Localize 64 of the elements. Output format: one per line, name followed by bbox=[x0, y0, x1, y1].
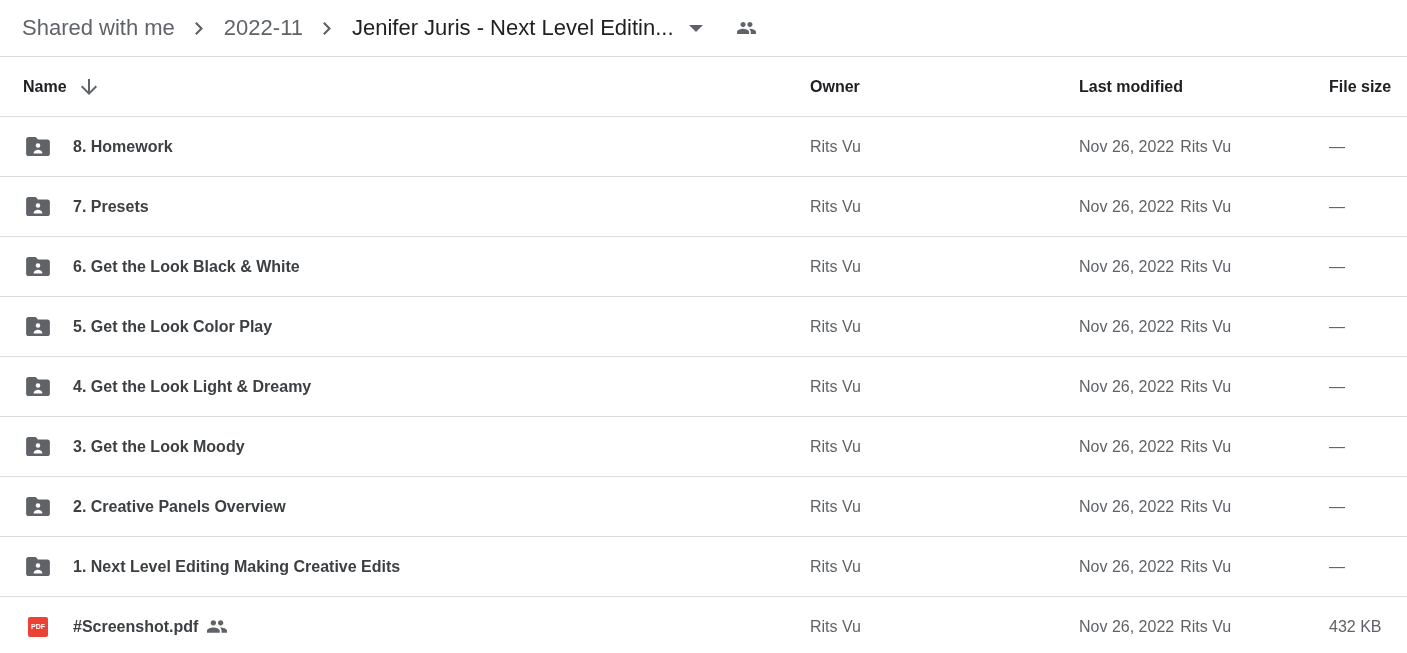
modified-by: Rits Vu bbox=[1180, 257, 1232, 276]
modified-date: Nov 26, 2022 bbox=[1079, 257, 1175, 276]
arrow-down-icon[interactable] bbox=[80, 78, 97, 95]
owner-name: Rits Vu bbox=[810, 317, 861, 336]
file-size: — bbox=[1329, 137, 1345, 156]
owner-name: Rits Vu bbox=[810, 377, 861, 396]
file-name[interactable]: 3. Get the Look Moody bbox=[73, 437, 245, 456]
owner-name: Rits Vu bbox=[810, 197, 861, 216]
file-size: 432 KB bbox=[1329, 617, 1382, 636]
modified-date: Nov 26, 2022 bbox=[1079, 197, 1175, 216]
modified-by: Rits Vu bbox=[1180, 197, 1232, 216]
modified-date: Nov 26, 2022 bbox=[1079, 497, 1175, 516]
shared-folder-icon bbox=[26, 137, 50, 156]
modified-date: Nov 26, 2022 bbox=[1079, 437, 1175, 456]
breadcrumb-item[interactable]: Jenifer Juris - Next Level Editin... bbox=[351, 15, 703, 41]
owner-name: Rits Vu bbox=[810, 137, 861, 156]
owner-name: Rits Vu bbox=[810, 497, 861, 516]
modified-by: Rits Vu bbox=[1180, 137, 1232, 156]
column-header: Owner bbox=[810, 77, 860, 96]
file-name[interactable]: 2. Creative Panels Overview bbox=[73, 497, 286, 516]
shared-folder-icon bbox=[26, 197, 50, 216]
file-size: — bbox=[1329, 377, 1345, 396]
file-size: — bbox=[1329, 497, 1345, 516]
file-name[interactable]: #Screenshot.pdf bbox=[73, 617, 199, 636]
file-name[interactable]: 7. Presets bbox=[73, 197, 149, 216]
file-size: — bbox=[1329, 317, 1345, 336]
shared-folder-icon bbox=[26, 317, 50, 336]
file-size: — bbox=[1329, 197, 1345, 216]
chevron-right-icon bbox=[194, 21, 203, 35]
modified-by: Rits Vu bbox=[1180, 437, 1232, 456]
modified-date: Nov 26, 2022 bbox=[1079, 137, 1175, 156]
modified-date: Nov 26, 2022 bbox=[1079, 377, 1175, 396]
owner-name: Rits Vu bbox=[810, 617, 861, 636]
modified-by: Rits Vu bbox=[1180, 497, 1232, 516]
breadcrumb-item[interactable]: Shared with me bbox=[22, 15, 175, 41]
modified-by: Rits Vu bbox=[1180, 557, 1232, 576]
shared-folder-icon bbox=[26, 437, 50, 456]
shared-folder-icon bbox=[26, 557, 50, 576]
file-size: — bbox=[1329, 437, 1345, 456]
modified-by: Rits Vu bbox=[1180, 617, 1232, 636]
column-header[interactable]: Name bbox=[23, 77, 67, 96]
chevron-right-icon bbox=[322, 21, 331, 35]
file-name[interactable]: 6. Get the Look Black & White bbox=[73, 257, 300, 276]
breadcrumb-item[interactable]: 2022-11 bbox=[223, 15, 303, 41]
file-name[interactable]: 5. Get the Look Color Play bbox=[73, 317, 273, 336]
file-name[interactable]: 8. Homework bbox=[73, 137, 173, 156]
owner-name: Rits Vu bbox=[810, 437, 861, 456]
file-size: — bbox=[1329, 557, 1345, 576]
file-name[interactable]: 1. Next Level Editing Making Creative Edits bbox=[73, 557, 401, 576]
column-header: File size bbox=[1329, 77, 1392, 96]
shared-folder-icon bbox=[26, 377, 50, 396]
owner-name: Rits Vu bbox=[810, 257, 861, 276]
shared-folder-icon bbox=[26, 497, 50, 516]
owner-name: Rits Vu bbox=[810, 557, 861, 576]
modified-date: Nov 26, 2022 bbox=[1079, 617, 1175, 636]
modified-by: Rits Vu bbox=[1180, 377, 1232, 396]
column-header: Last modified bbox=[1079, 77, 1183, 96]
dropdown-caret-icon bbox=[688, 24, 703, 32]
shared-folder-icon bbox=[26, 257, 50, 276]
file-name[interactable]: 4. Get the Look Light & Dreamy bbox=[73, 377, 312, 396]
modified-by: Rits Vu bbox=[1180, 317, 1232, 336]
modified-date: Nov 26, 2022 bbox=[1079, 557, 1175, 576]
modified-date: Nov 26, 2022 bbox=[1079, 317, 1175, 336]
file-size: — bbox=[1329, 257, 1345, 276]
